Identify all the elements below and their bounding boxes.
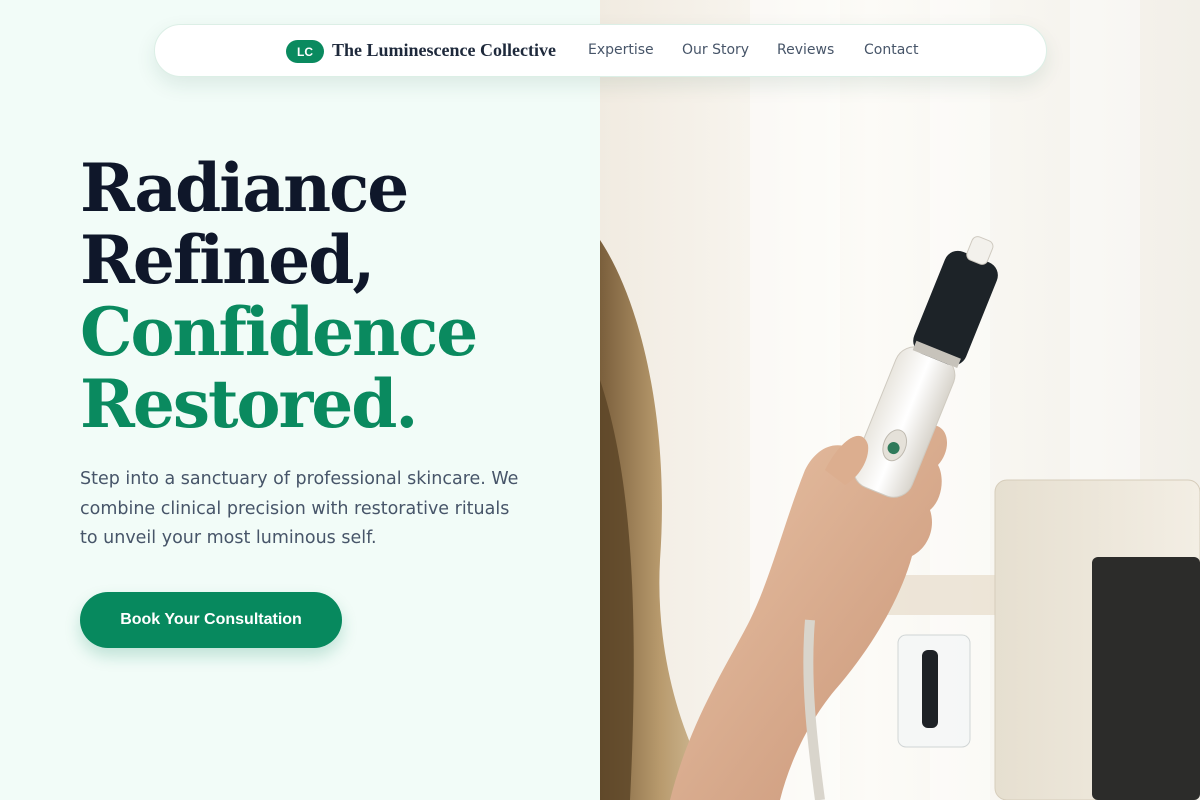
hero-subtext: Step into a sanctuary of professional sk… — [80, 469, 519, 548]
nav-link-our-story[interactable]: Our Story — [682, 42, 749, 58]
logo-badge[interactable]: LC — [286, 40, 324, 63]
headline-line-3: Confidence — [80, 293, 478, 371]
hero-headline: Radiance Refined, Confidence Restored. — [80, 149, 478, 443]
brand-name[interactable]: The Luminescence Collective — [332, 40, 556, 61]
nav-link-expertise[interactable]: Expertise — [588, 42, 654, 58]
hero-image — [600, 0, 1200, 800]
book-consultation-button[interactable]: Book Your Consultation — [80, 592, 342, 648]
top-navigation: LC The Luminescence Collective Expertise… — [154, 24, 1047, 77]
headline-line-4: Restored. — [80, 365, 418, 443]
headline-line-1: Radiance — [80, 149, 409, 227]
nav-link-contact[interactable]: Contact — [864, 42, 918, 58]
headline-line-2: Refined, — [80, 221, 375, 299]
skincare-device-illustration — [600, 0, 1200, 800]
nav-link-reviews[interactable]: Reviews — [777, 42, 834, 58]
